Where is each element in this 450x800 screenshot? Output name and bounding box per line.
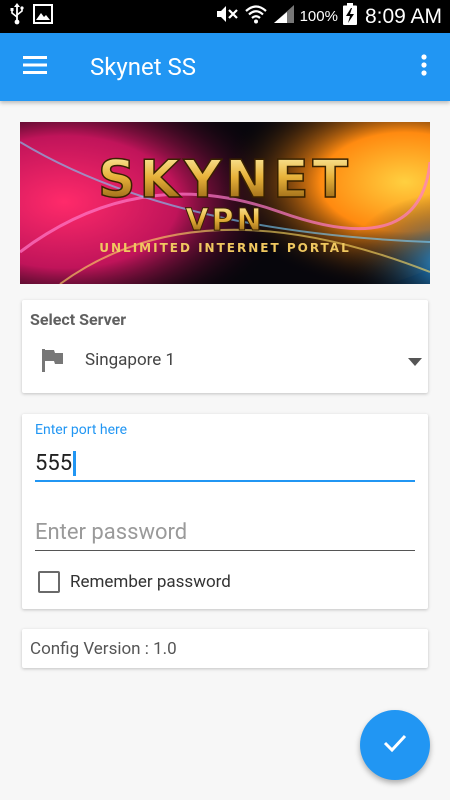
battery-percent: 100% <box>299 8 338 25</box>
check-icon <box>383 734 407 756</box>
remember-password-label: Remember password <box>70 572 231 592</box>
password-input[interactable]: Enter password <box>35 514 415 551</box>
image-icon <box>33 4 53 29</box>
remember-password-checkbox[interactable] <box>38 571 60 593</box>
overflow-menu-button[interactable] <box>398 33 450 101</box>
clock: 8:09 AM <box>364 4 442 28</box>
signal-icon <box>273 4 295 29</box>
server-card: Select Server Singapore 1 <box>22 300 428 393</box>
config-version: Config Version : 1.0 <box>30 639 177 659</box>
config-version-card: Config Version : 1.0 <box>22 629 428 668</box>
server-label: Select Server <box>30 310 127 329</box>
text-cursor <box>73 450 77 476</box>
remember-password-row[interactable]: Remember password <box>38 570 231 594</box>
connect-fab[interactable] <box>360 710 430 780</box>
menu-button[interactable] <box>0 33 70 101</box>
password-placeholder: Enter password <box>35 519 188 545</box>
port-value: 555 <box>35 450 73 476</box>
app-bar: Skynet SS <box>0 33 450 101</box>
usb-icon <box>10 3 24 30</box>
banner-brand: SKYNET <box>98 150 352 210</box>
banner-tagline: UNLIMITED INTERNET PORTAL <box>99 241 350 255</box>
server-spinner[interactable]: Singapore 1 <box>42 340 422 380</box>
flag-icon <box>42 348 68 372</box>
hamburger-icon <box>23 55 47 79</box>
mute-icon <box>215 4 239 29</box>
connection-form-card: Enter port here 555 Enter password Remem… <box>22 414 428 609</box>
port-field-label: Enter port here <box>35 422 128 438</box>
banner-image: SKYNET VPN UNLIMITED INTERNET PORTAL <box>20 122 430 284</box>
more-vertical-icon <box>421 54 427 80</box>
dropdown-arrow-icon <box>408 351 422 370</box>
battery-charging-icon <box>342 3 357 30</box>
app-title: Skynet SS <box>90 53 197 81</box>
banner-sub: VPN <box>185 203 264 238</box>
port-input[interactable]: 555 <box>35 446 415 482</box>
selected-server: Singapore 1 <box>85 350 176 370</box>
app-screen: 100% 8:09 AM Skynet SS SKYNET VPN UNLIMI… <box>0 0 450 800</box>
status-bar: 100% 8:09 AM <box>0 0 450 33</box>
wifi-icon <box>244 4 268 29</box>
